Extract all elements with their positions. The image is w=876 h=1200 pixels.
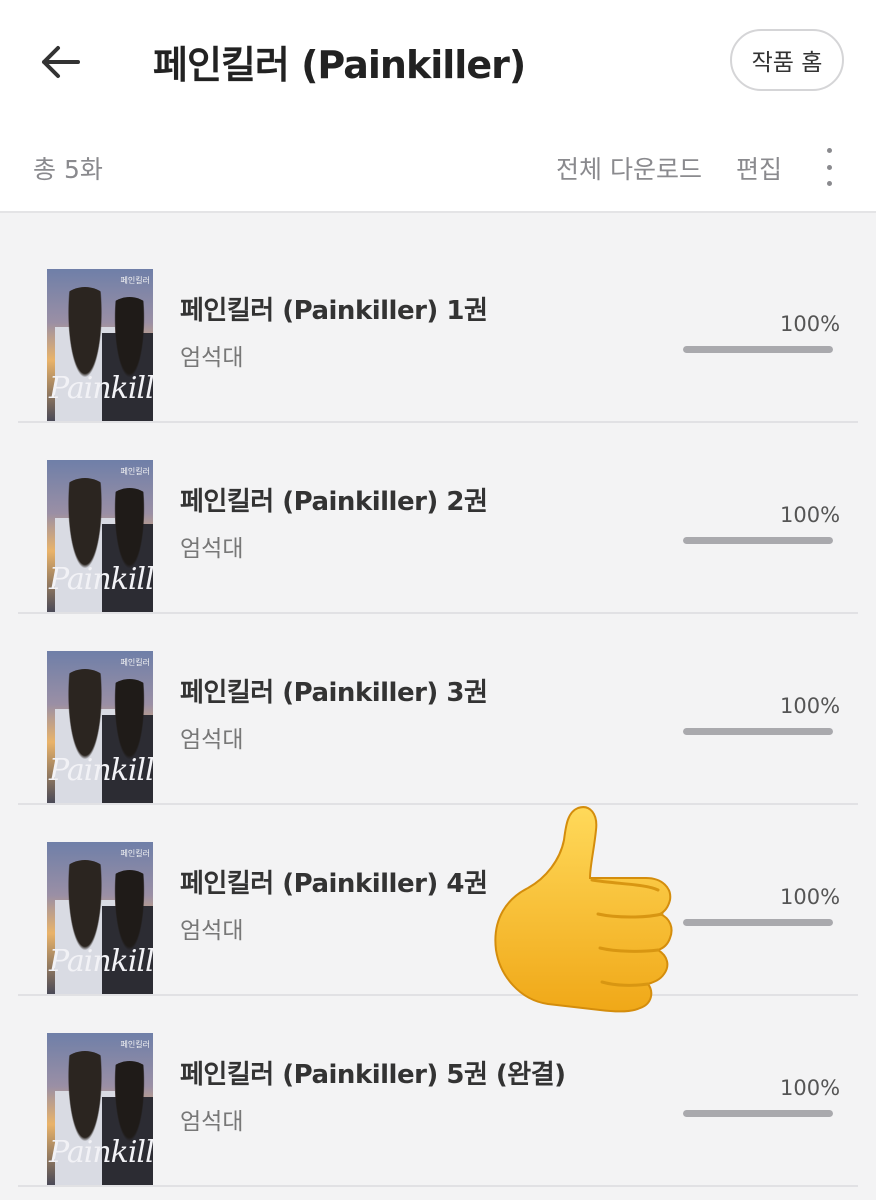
book-cover: 페인킬러 Painkiller — [47, 842, 153, 994]
series-home-button[interactable]: 작품 홈 — [730, 29, 844, 91]
cover-title: Painkiller — [49, 562, 153, 597]
item-author: 엄석대 — [180, 1109, 244, 1135]
read-progress-bar — [683, 537, 833, 544]
read-progress-fill — [683, 919, 833, 926]
read-progress-bar — [683, 1110, 833, 1117]
item-author: 엄석대 — [180, 536, 244, 562]
read-percent: 100% — [780, 312, 841, 336]
item-title: 페인킬러 (Painkiller) 1권 — [180, 296, 488, 326]
read-progress-bar — [683, 728, 833, 735]
read-percent: 100% — [780, 503, 841, 527]
book-cover: 페인킬러 Painkiller — [47, 1033, 153, 1185]
read-percent: 100% — [780, 885, 841, 909]
read-progress-fill — [683, 1110, 833, 1117]
cover-title: Painkiller — [49, 371, 153, 406]
cover-top-text: 페인킬러 — [120, 658, 150, 667]
app-header: 페인킬러 (Painkiller) 작품 홈 총 5화 전체 다운로드 편집 — [0, 0, 876, 213]
read-percent: 100% — [780, 694, 841, 718]
list-item[interactable]: 페인킬러 Painkiller 페인킬러 (Painkiller) 3권엄석대 100… — [18, 614, 858, 805]
list-item[interactable]: 페인킬러 Painkiller 페인킬러 (Painkiller) 4권엄석대 100… — [18, 805, 858, 996]
book-cover: 페인킬러 Painkiller — [47, 460, 153, 612]
list-item[interactable]: 페인킬러 Painkiller 페인킬러 (Painkiller) 1권엄석대 100… — [18, 232, 858, 423]
more-options-button[interactable] — [816, 148, 842, 186]
thumbs-up-emoji — [494, 806, 673, 1013]
book-cover: 페인킬러 Painkiller — [47, 651, 153, 803]
cover-top-text: 페인킬러 — [120, 276, 150, 285]
item-title: 페인킬러 (Painkiller) 4권 — [180, 869, 488, 899]
list-item[interactable]: 페인킬러 Painkiller 페인킬러 (Painkiller) 5권 (완결) 엄… — [18, 996, 858, 1187]
episode-count: 총 5화 — [33, 155, 103, 184]
cover-top-text: 페인킬러 — [120, 467, 150, 476]
item-title: 페인킬러 (Painkiller) 2권 — [180, 487, 488, 517]
read-progress-fill — [683, 346, 833, 353]
cover-title: Painkiller — [49, 944, 153, 979]
read-progress-fill — [683, 537, 833, 544]
item-title: 페인킬러 (Painkiller) 3권 — [180, 678, 488, 708]
cover-top-text: 페인킬러 — [120, 849, 150, 858]
item-author: 엄석대 — [180, 918, 244, 944]
cover-title: Painkiller — [49, 753, 153, 788]
back-button[interactable] — [30, 36, 90, 88]
read-progress-bar — [683, 919, 833, 926]
download-all-button[interactable]: 전체 다운로드 — [556, 150, 702, 186]
arrow-left-icon — [42, 46, 80, 78]
book-cover: 페인킬러 Painkiller — [47, 269, 153, 421]
more-vertical-icon — [826, 148, 832, 153]
read-progress-fill — [683, 728, 833, 735]
list-item[interactable]: 페인킬러 Painkiller 페인킬러 (Painkiller) 2권엄석대 100… — [18, 423, 858, 614]
edit-button[interactable]: 편집 — [736, 150, 782, 186]
item-author: 엄석대 — [180, 345, 244, 371]
cover-top-text: 페인킬러 — [120, 1040, 150, 1049]
cover-title: Painkiller — [49, 1135, 153, 1170]
item-author: 엄석대 — [180, 727, 244, 753]
item-title: 페인킬러 (Painkiller) 5권 (완결) — [180, 1060, 566, 1090]
read-progress-bar — [683, 346, 833, 353]
read-percent: 100% — [780, 1076, 841, 1100]
page-title: 페인킬러 (Painkiller) — [153, 43, 526, 87]
